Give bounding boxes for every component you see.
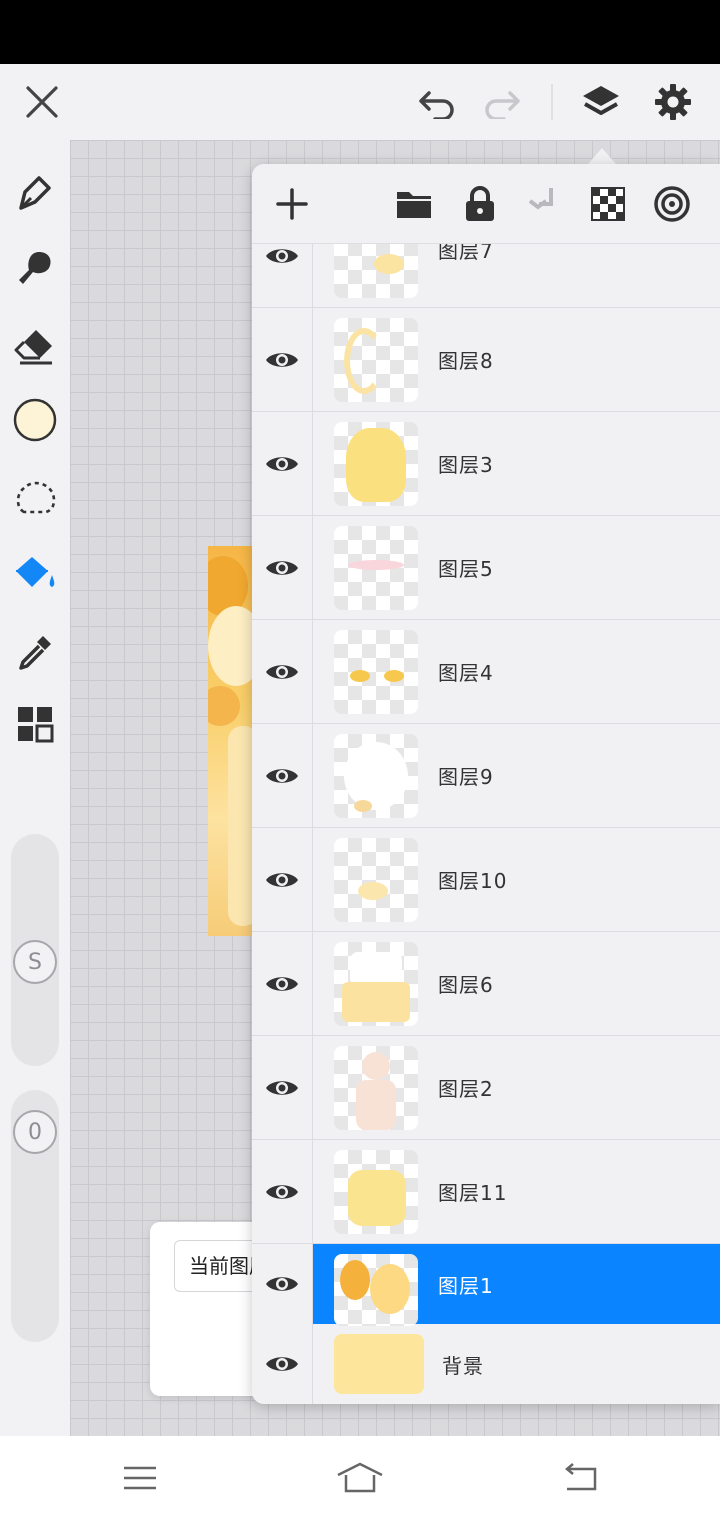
layer-thumbnail: [334, 630, 418, 714]
layer-name: 背景: [442, 1353, 484, 1378]
layer-row[interactable]: 图层10: [252, 828, 720, 932]
layer-thumbnail: [334, 422, 418, 506]
undo-icon[interactable]: [413, 78, 461, 126]
layer-row[interactable]: 图层4: [252, 620, 720, 724]
layer-name: 图层4: [438, 661, 494, 685]
top-toolbar: [0, 64, 720, 140]
visibility-toggle[interactable]: [252, 1324, 313, 1404]
toolbar-divider: [551, 84, 553, 120]
visibility-toggle[interactable]: [252, 412, 313, 515]
status-bar: [0, 0, 720, 64]
visibility-toggle[interactable]: [252, 620, 313, 723]
layer-row[interactable]: 图层2: [252, 1036, 720, 1140]
system-nav-bar: [0, 1436, 720, 1520]
settings-icon[interactable]: [649, 78, 697, 126]
layer-name: 图层9: [438, 765, 494, 789]
layers-list[interactable]: 图层7 图层8 图层3 图层5 图层4 图层9 图层10 图层6 图层2 图层1…: [252, 244, 720, 1404]
layer-thumbnail: [334, 526, 418, 610]
eraser-icon[interactable]: [11, 322, 59, 370]
layer-thumbnail: [334, 244, 418, 298]
layers-panel: 图层7 图层8 图层3 图层5 图层4 图层9 图层10 图层6 图层2 图层1…: [252, 164, 720, 1404]
layer-row[interactable]: 图层9: [252, 724, 720, 828]
layer-row[interactable]: 图层6: [252, 932, 720, 1036]
visibility-toggle[interactable]: [252, 308, 313, 411]
grid-icon[interactable]: [11, 700, 59, 748]
layer-thumbnail: [334, 734, 418, 818]
merge-down-icon[interactable]: [522, 182, 566, 226]
visibility-toggle[interactable]: [252, 516, 313, 619]
layer-thumbnail: [334, 942, 418, 1026]
layer-name: 图层3: [438, 453, 494, 477]
back-icon[interactable]: [556, 1454, 604, 1502]
layer-row[interactable]: 图层3: [252, 412, 720, 516]
color-swatch[interactable]: [11, 396, 59, 444]
opacity-label: 0: [28, 1119, 42, 1145]
brush-size-knob[interactable]: S: [13, 940, 57, 984]
left-toolbar: S 0: [0, 140, 70, 1436]
layer-row[interactable]: 图层8: [252, 308, 720, 412]
layer-thumbnail: [334, 1150, 418, 1234]
visibility-toggle[interactable]: [252, 1036, 313, 1139]
brush-icon[interactable]: [11, 168, 59, 216]
layer-row[interactable]: 图层5: [252, 516, 720, 620]
folder-icon[interactable]: [392, 182, 436, 226]
layer-row-background[interactable]: 背景: [252, 1324, 720, 1404]
visibility-toggle[interactable]: [252, 1140, 313, 1243]
layer-name: 图层6: [438, 973, 494, 997]
fill-bucket-icon[interactable]: [11, 550, 59, 598]
brush-size-label: S: [28, 949, 42, 975]
smudge-icon[interactable]: [11, 244, 59, 292]
target-icon[interactable]: [650, 182, 694, 226]
redo-icon[interactable]: [478, 78, 526, 126]
visibility-toggle[interactable]: [252, 1244, 313, 1324]
layers-panel-caret: [588, 148, 616, 164]
layer-thumbnail: [334, 318, 418, 402]
menu-icon[interactable]: [116, 1454, 164, 1502]
layer-row[interactable]: 图层7: [252, 244, 720, 308]
layer-name: 图层10: [438, 869, 508, 893]
eyedropper-icon[interactable]: [11, 628, 59, 676]
lock-icon[interactable]: [458, 182, 502, 226]
visibility-toggle[interactable]: [252, 828, 313, 931]
visibility-toggle[interactable]: [252, 724, 313, 827]
layer-name: 图层8: [438, 349, 494, 373]
layers-icon[interactable]: [577, 78, 625, 126]
layer-row[interactable]: 图层11: [252, 1140, 720, 1244]
home-icon[interactable]: [336, 1454, 384, 1502]
layer-thumbnail: [334, 1334, 424, 1394]
layer-name: 图层11: [438, 1181, 508, 1205]
layer-name: 图层5: [438, 557, 494, 581]
visibility-toggle[interactable]: [252, 932, 313, 1035]
visibility-toggle[interactable]: [252, 244, 313, 307]
layer-name: 图层7: [438, 244, 494, 263]
add-icon[interactable]: [270, 182, 314, 226]
close-icon[interactable]: [18, 78, 66, 126]
layer-thumbnail: [334, 1046, 418, 1130]
layer-row-selected[interactable]: 图层1: [252, 1244, 720, 1326]
opacity-knob[interactable]: 0: [13, 1110, 57, 1154]
layer-name: 图层1: [438, 1273, 494, 1298]
lasso-icon[interactable]: [11, 474, 59, 522]
layers-toolbar: [252, 164, 720, 244]
layer-thumbnail: [334, 1254, 418, 1326]
layer-thumbnail: [334, 838, 418, 922]
layer-name: 图层2: [438, 1077, 494, 1101]
checker-icon[interactable]: [586, 182, 630, 226]
